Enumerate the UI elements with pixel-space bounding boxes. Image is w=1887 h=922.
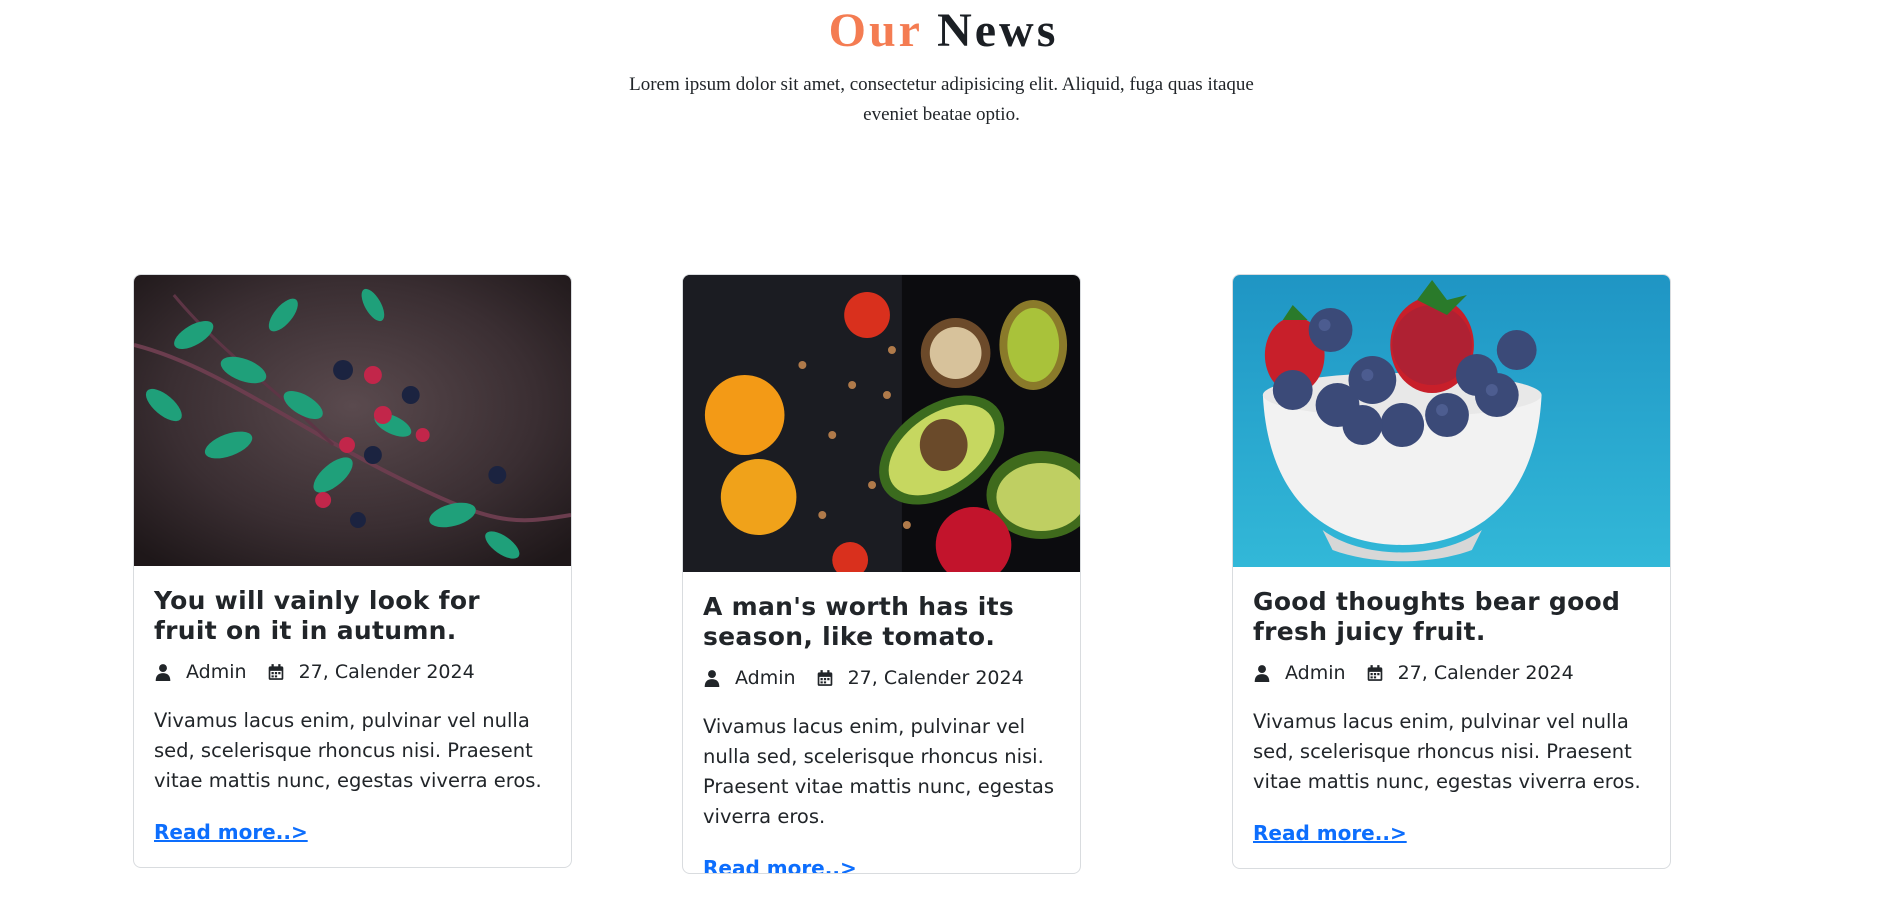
calendar-icon <box>1366 664 1384 682</box>
section-intro: Lorem ipsum dolor sit amet, consectetur … <box>629 74 1254 125</box>
section-title-accent: Our <box>828 4 923 57</box>
calendar-icon <box>267 663 285 681</box>
card-author: Admin <box>186 661 247 683</box>
card-date: 27, Calender 2024 <box>298 661 475 683</box>
card-image <box>683 275 1080 572</box>
card-title[interactable]: You will vainly look for fruit on it in … <box>154 586 551 646</box>
read-more-link[interactable]: Read more..> <box>703 854 857 873</box>
card-image <box>134 275 571 566</box>
card-date: 27, Calender 2024 <box>847 667 1024 689</box>
section-title-rest: News <box>937 4 1059 57</box>
news-card: Good thoughts bear good fresh juicy frui… <box>1232 274 1671 869</box>
user-icon <box>154 663 172 681</box>
read-more-link[interactable]: Read more..> <box>154 818 308 846</box>
card-text: Vivamus lacus enim, pulvinar vel nulla s… <box>154 709 542 792</box>
user-icon <box>703 669 721 687</box>
section-title: Our News <box>0 0 1887 62</box>
card-meta: Admin 27, Calender 2024 <box>1253 659 1650 687</box>
calendar-icon <box>816 669 834 687</box>
card-meta: Admin 27, Calender 2024 <box>154 658 551 686</box>
card-author: Admin <box>1285 662 1346 684</box>
read-more-link[interactable]: Read more..> <box>1253 819 1407 847</box>
card-author: Admin <box>735 667 796 689</box>
news-card: A man's worth has its season, like tomat… <box>682 274 1081 874</box>
news-card: You will vainly look for fruit on it in … <box>133 274 572 868</box>
card-text: Vivamus lacus enim, pulvinar vel nulla s… <box>1253 710 1641 793</box>
card-text: Vivamus lacus enim, pulvinar vel nulla s… <box>703 715 1054 828</box>
card-meta: Admin 27, Calender 2024 <box>703 664 1060 692</box>
card-date: 27, Calender 2024 <box>1397 662 1574 684</box>
card-title[interactable]: A man's worth has its season, like tomat… <box>703 592 1060 652</box>
user-icon <box>1253 664 1271 682</box>
card-title[interactable]: Good thoughts bear good fresh juicy frui… <box>1253 587 1650 647</box>
card-image <box>1233 275 1670 567</box>
